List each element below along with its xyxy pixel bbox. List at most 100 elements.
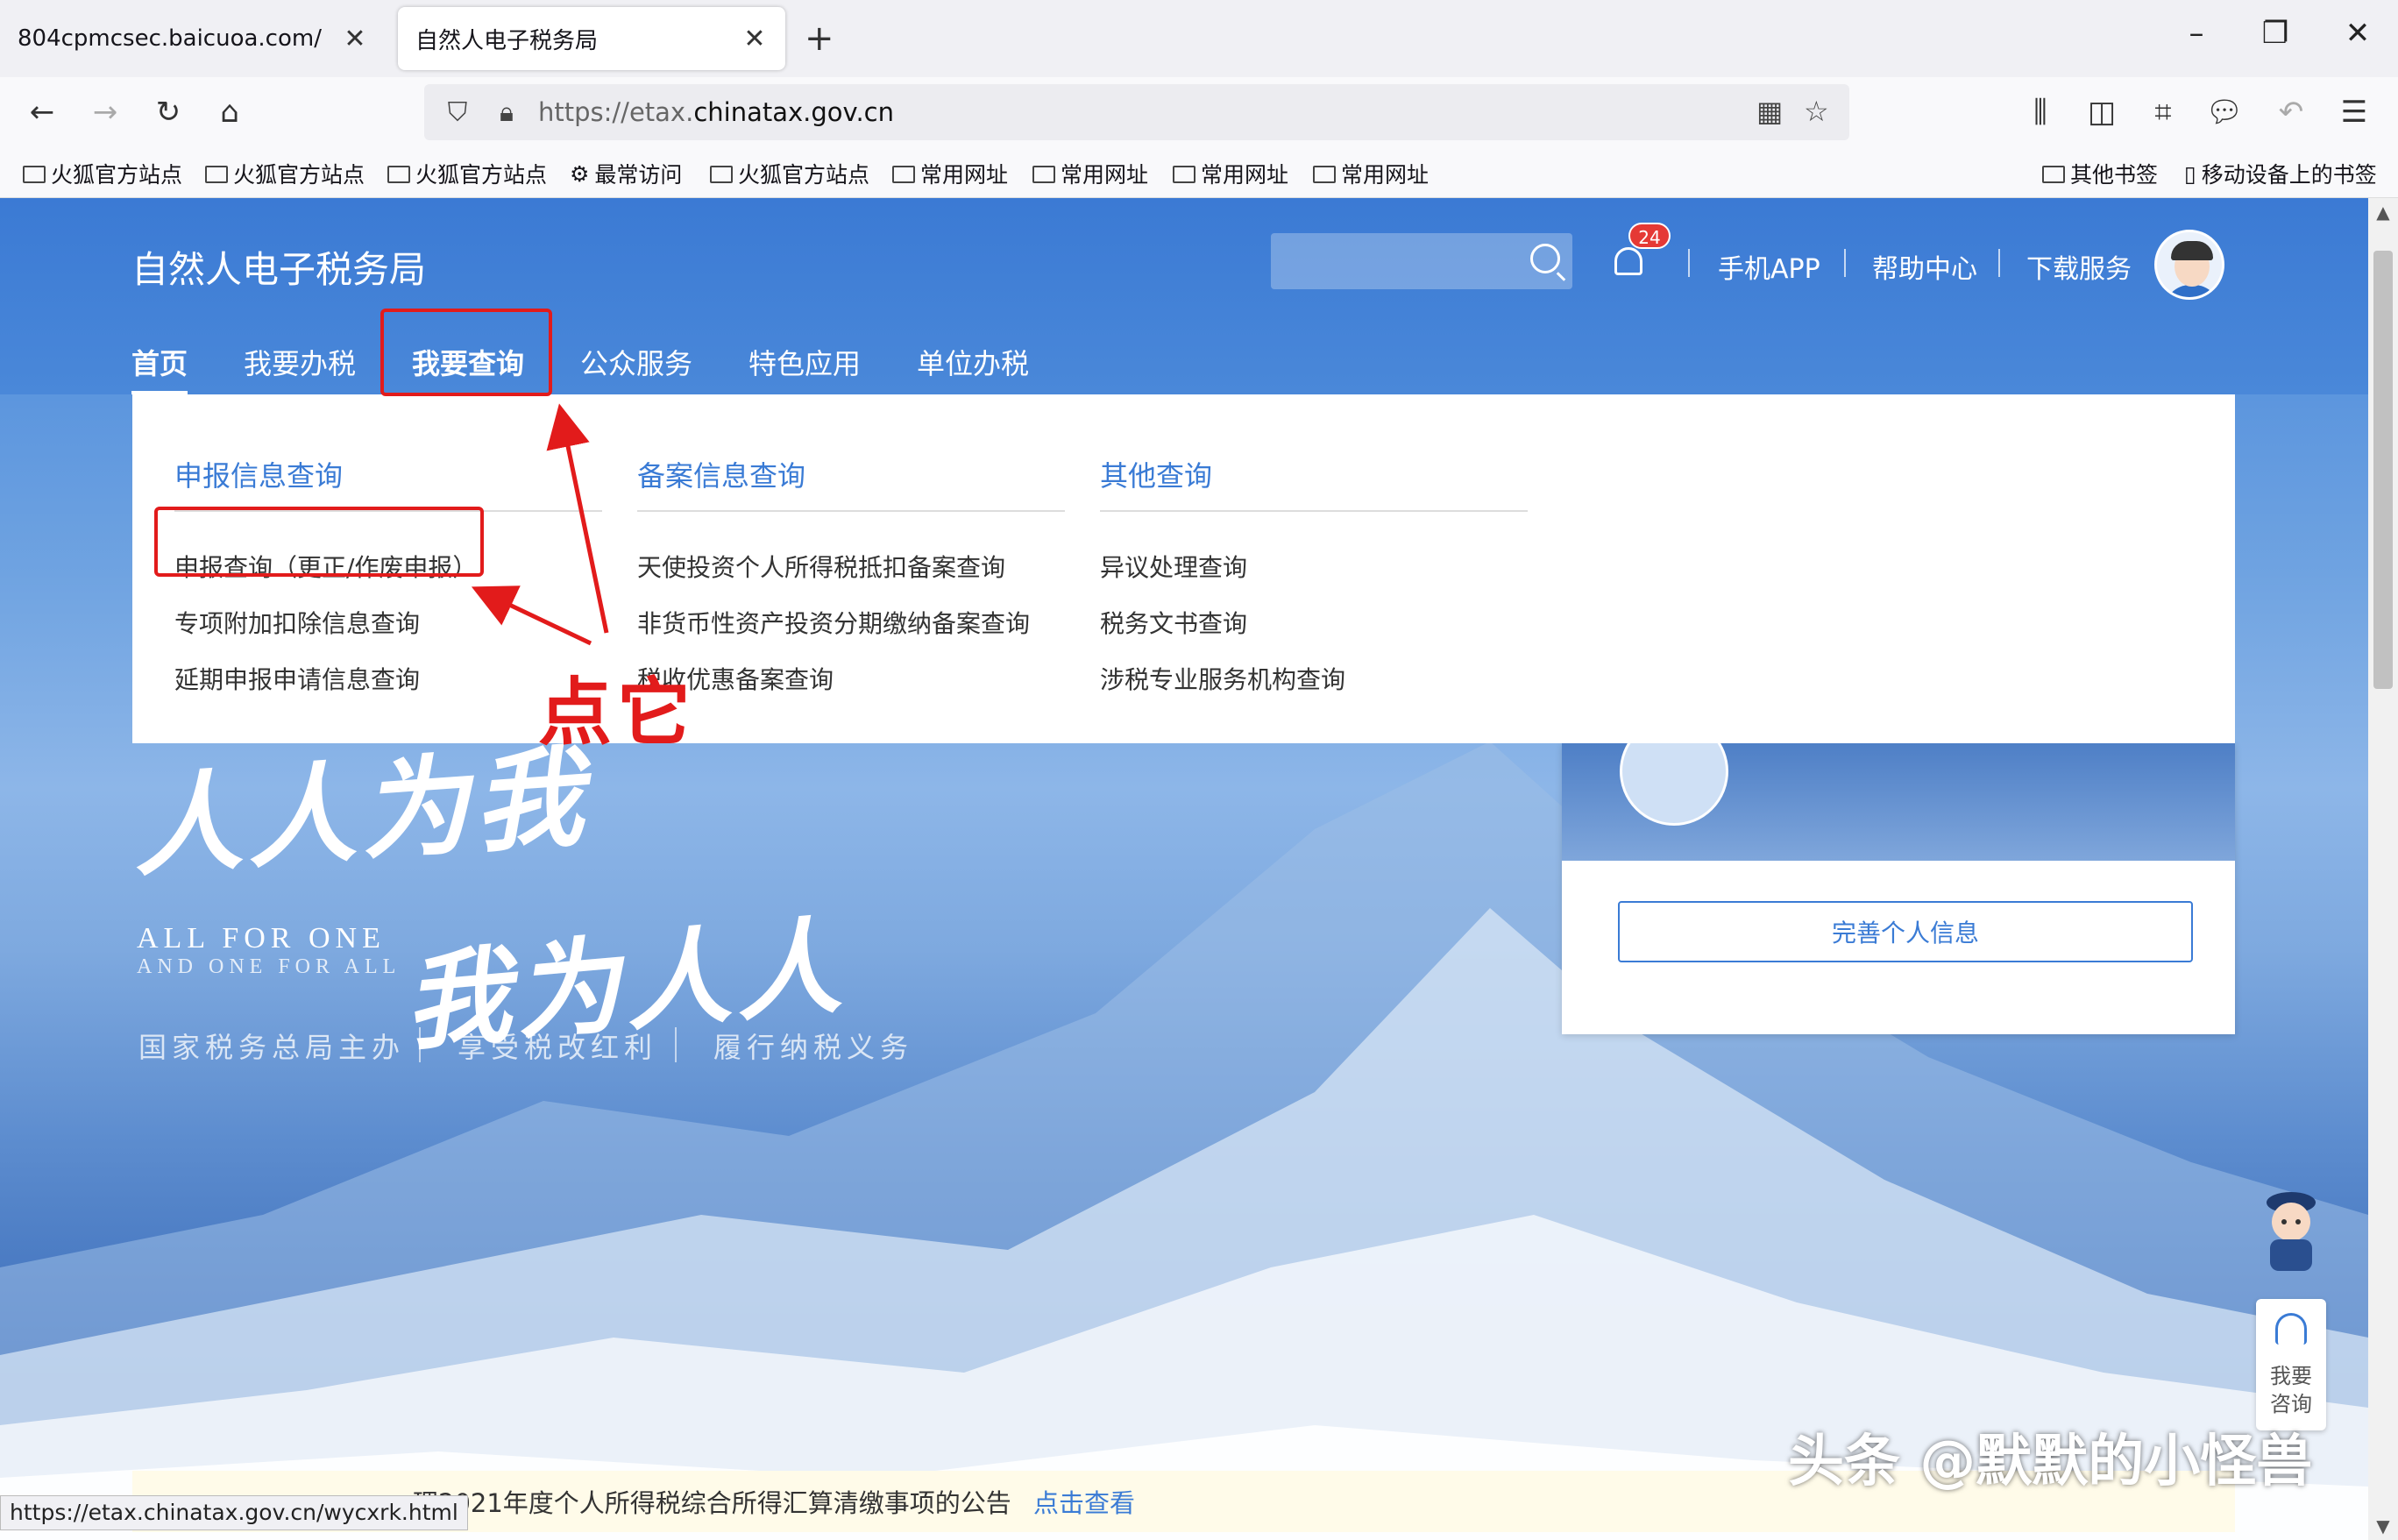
consult-widget[interactable]: 我要 咨询 [2256, 1187, 2326, 1430]
tab-title: 804cpmcsec.baicuoa.com/ [18, 25, 322, 52]
url-text[interactable]: https://etax.chinatax.gov.cn [538, 97, 894, 127]
extension-query-link[interactable]: 延期申报申请信息查询 [174, 661, 420, 696]
nav-public-service[interactable]: 公众服务 [580, 342, 692, 382]
home-icon[interactable]: ⌂ [205, 88, 254, 137]
bookmark-folder[interactable]: 火狐官方站点 [387, 158, 547, 189]
shield-icon[interactable]: ⛉ [433, 97, 482, 128]
non-monetary-asset-query-link[interactable]: 非货币性资产投资分期缴纳备案查询 [637, 605, 1030, 640]
search-icon[interactable] [1530, 244, 1560, 273]
navigation-toolbar: ← → ↻ ⌂ ⛉ 🔒︎ https://etax.chinatax.gov.c… [0, 77, 2398, 149]
qr-code-icon[interactable]: ▦ [1756, 95, 1783, 128]
mobile-bookmarks[interactable]: ▯ 移动设备上的书签 [2184, 158, 2377, 189]
nav-featured-apps[interactable]: 特色应用 [748, 342, 861, 382]
tab-inactive[interactable]: 804cpmcsec.baicuoa.com/ ✕ [0, 7, 386, 70]
menu-icon[interactable]: ☰ [2330, 88, 2379, 137]
new-tab-icon[interactable]: + [805, 19, 834, 58]
close-window-icon[interactable]: ✕ [2331, 16, 2384, 51]
folder-icon [1173, 166, 1195, 183]
site-search-input[interactable] [1271, 233, 1572, 289]
tagline: 享受税改红利 [458, 1031, 658, 1064]
bookmark-folder[interactable]: 常用网址 [892, 158, 1008, 189]
screenshot-icon[interactable]: ⌗ [2139, 88, 2188, 137]
scroll-down-icon[interactable]: ▼ [2368, 1515, 2398, 1536]
english-slogan-1: ALL FOR ONE [137, 922, 386, 955]
reload-icon[interactable]: ↻ [144, 88, 193, 137]
complete-profile-button[interactable]: 完善个人信息 [1618, 901, 2193, 962]
bookmark-label: 火狐官方站点 [51, 162, 183, 188]
tagline: 履行纳税义务 [713, 1031, 914, 1064]
consult-panel[interactable]: 我要 咨询 [2256, 1299, 2326, 1430]
divider [1688, 249, 1690, 277]
objection-query-link[interactable]: 异议处理查询 [1100, 549, 1247, 584]
dropdown-heading[interactable]: 申报信息查询 [174, 454, 343, 494]
scroll-up-icon[interactable]: ▲ [2368, 202, 2398, 223]
bell-shape [1614, 247, 1642, 275]
close-tab-icon[interactable]: ✕ [342, 24, 368, 54]
bookmark-folder[interactable]: 火狐官方站点 [23, 158, 182, 189]
bookmark-folder[interactable]: 常用网址 [1173, 158, 1288, 189]
help-center-link[interactable]: 帮助中心 [1872, 247, 1977, 286]
card-banner-image [1562, 743, 2235, 861]
folder-icon [387, 166, 410, 183]
tax-document-query-link[interactable]: 税务文书查询 [1100, 605, 1247, 640]
notice-text: 理2021年度个人所得税综合所得汇算清缴事项的公告 [413, 1488, 1011, 1518]
special-deduction-query-link[interactable]: 专项附加扣除信息查询 [174, 605, 420, 640]
folder-icon [710, 166, 733, 183]
bookmark-label: 火狐官方站点 [233, 162, 365, 188]
divider [637, 510, 1065, 512]
divider [675, 1027, 677, 1062]
bookmark-label: 常用网址 [1201, 162, 1289, 188]
bookmark-label: 常用网址 [1061, 162, 1149, 188]
annotation-click-it: 点它 [538, 670, 697, 756]
tax-agency-query-link[interactable]: 涉税专业服务机构查询 [1100, 661, 1345, 696]
notification-badge: 24 [1628, 223, 1671, 249]
divider [1998, 249, 2000, 277]
dropdown-heading[interactable]: 其他查询 [1100, 454, 1212, 494]
tab-active[interactable]: 自然人电子税务局 ✕ [398, 7, 785, 70]
download-service-link[interactable]: 下载服务 [2026, 247, 2132, 286]
bookmark-folder[interactable]: 常用网址 [1032, 158, 1148, 189]
notice-view-link[interactable]: 点击查看 [1033, 1483, 1135, 1520]
minimize-icon[interactable]: – [2170, 16, 2223, 51]
tax-officer-mascot-icon [2267, 1192, 2316, 1271]
folder-icon [205, 166, 228, 183]
bookmarks-toolbar: 火狐官方站点 火狐官方站点 火狐官方站点 ⚙ 最常访问 火狐官方站点 常用网址 常… [0, 149, 2398, 198]
folder-icon [1313, 166, 1336, 183]
other-bookmarks[interactable]: 其他书签 [2042, 158, 2158, 189]
angel-investment-query-link[interactable]: 天使投资个人所得税抵扣备案查询 [637, 549, 1005, 584]
nav-home[interactable]: 首页 [131, 342, 188, 394]
bookmark-label: 火狐官方站点 [415, 162, 548, 188]
page-scrollbar[interactable]: ▲ ▼ [2368, 198, 2398, 1540]
bookmark-most-visited[interactable]: ⚙ 最常访问 [570, 158, 682, 189]
bookmark-folder[interactable]: 火狐官方站点 [205, 158, 365, 189]
lock-icon[interactable]: 🔒︎ [482, 97, 531, 128]
bookmark-label: 最常访问 [594, 162, 683, 188]
bookmark-star-icon[interactable]: ☆ [1804, 95, 1829, 128]
back-icon[interactable]: ← [18, 88, 67, 137]
bookmark-folder[interactable]: 常用网址 [1313, 158, 1429, 189]
nav-unit-tax[interactable]: 单位办税 [917, 342, 1029, 382]
restore-icon[interactable]: ❐ [2249, 16, 2302, 51]
consult-label: 我要 [2270, 1364, 2312, 1388]
card-avatar [1620, 743, 1728, 826]
gear-icon: ⚙ [570, 160, 590, 187]
consult-label: 咨询 [2270, 1392, 2312, 1416]
folder-icon [1032, 166, 1055, 183]
bookmark-folder[interactable]: 火狐官方站点 [710, 158, 869, 189]
mobile-app-link[interactable]: 手机APP [1718, 247, 1820, 286]
close-tab-icon[interactable]: ✕ [741, 24, 768, 54]
scroll-thumb[interactable] [2373, 251, 2393, 689]
chat-icon[interactable]: 💬︎ [2200, 88, 2249, 137]
library-icon[interactable]: ⫼ [2016, 88, 2065, 137]
undo-icon[interactable]: ↶ [2267, 88, 2316, 137]
divider [419, 1027, 421, 1062]
dropdown-heading[interactable]: 备案信息查询 [637, 454, 805, 494]
bookmark-label: 常用网址 [920, 162, 1009, 188]
sidebar-icon[interactable]: ◫ [2077, 88, 2126, 137]
user-avatar[interactable] [2154, 230, 2224, 300]
highlight-box-nav [380, 309, 552, 396]
address-bar[interactable]: ⛉ 🔒︎ https://etax.chinatax.gov.cn ▦ ☆ [424, 84, 1849, 140]
page-viewport: 自然人电子税务局 24 手机APP 帮助中心 下载服务 首页 我要办税 我要查询… [0, 198, 2368, 1540]
forward-icon[interactable]: → [81, 88, 130, 137]
nav-tax-handling[interactable]: 我要办税 [244, 342, 356, 382]
